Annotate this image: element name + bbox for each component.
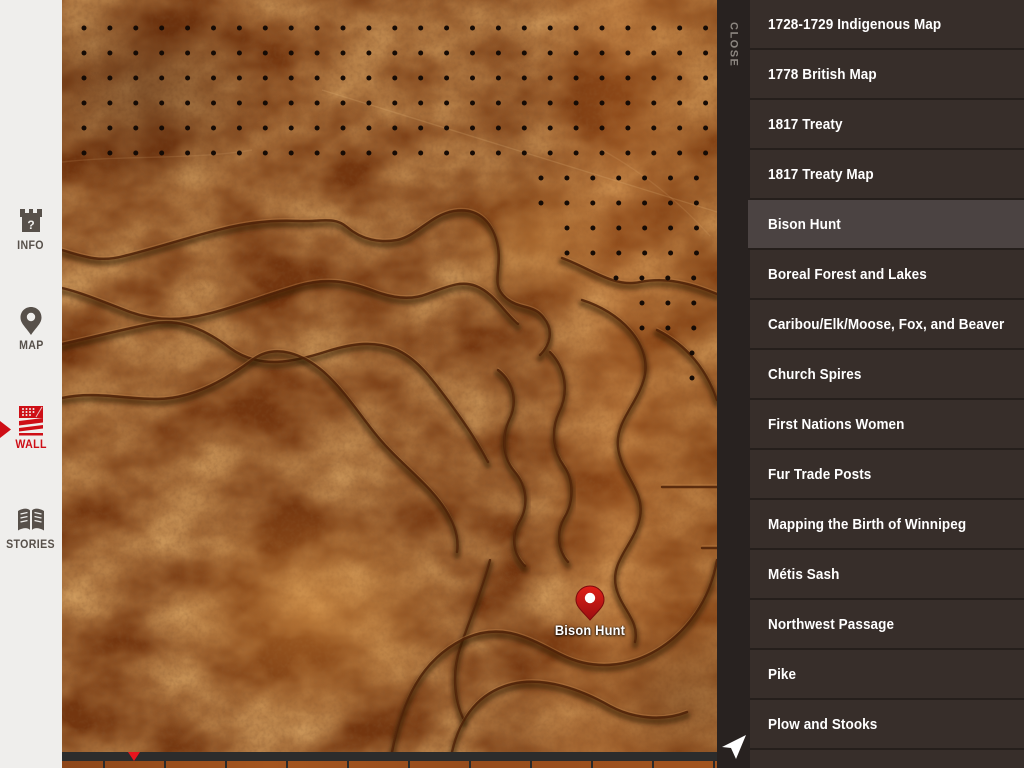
- fort-info-icon: ?: [15, 205, 47, 237]
- wall-list-item[interactable]: Bison Hunt: [748, 200, 1024, 250]
- wall-item-list: 1728-1729 Indigenous Map 1778 British Map…: [750, 0, 1024, 768]
- timeline-strip[interactable]: [62, 761, 750, 768]
- timeline-tick: [103, 761, 105, 768]
- close-label[interactable]: CLOSE: [717, 10, 750, 80]
- sidebar-item-label: WALL: [15, 439, 46, 451]
- wall-list-item-label: Métis Sash: [768, 566, 839, 583]
- sidebar-item-label: STORIES: [7, 539, 56, 551]
- wall-list-item[interactable]: 1817 Treaty: [750, 100, 1024, 150]
- wall-list-item-label: Plow and Stooks: [768, 716, 877, 733]
- wall-list-item-label: 1817 Treaty: [768, 116, 843, 133]
- timeline[interactable]: [62, 752, 750, 768]
- sidebar-item-info[interactable]: ? INFO: [0, 205, 62, 252]
- sidebar-item-label: MAP: [19, 340, 44, 352]
- wall-list-item-label: Caribou/Elk/Moose, Fox, and Beaver: [768, 316, 1004, 333]
- map-pin-icon: [15, 305, 47, 337]
- sidebar-item-wall[interactable]: WALL: [0, 404, 62, 451]
- wall-list-item[interactable]: Plow and Stooks: [750, 700, 1024, 750]
- wall-list-item[interactable]: Fur Trade Posts: [750, 450, 1024, 500]
- pin-icon: [575, 585, 605, 621]
- wall-list-item-label: Mapping the Birth of Winnipeg: [768, 516, 966, 533]
- svg-text:?: ?: [27, 218, 34, 232]
- sidebar-item-label: INFO: [18, 240, 45, 252]
- stories-book-icon: [15, 504, 47, 536]
- wall-list-item[interactable]: First Nations Women: [750, 400, 1024, 450]
- close-panel-strip[interactable]: CLOSE: [717, 0, 750, 768]
- wall-list-item-label: 1778 British Map: [768, 66, 877, 83]
- wall-list-item[interactable]: 1817 Treaty Map: [750, 150, 1024, 200]
- timeline-tick: [408, 761, 410, 768]
- wall-list-item[interactable]: Mapping the Birth of Winnipeg: [750, 500, 1024, 550]
- timeline-marker[interactable]: [128, 752, 140, 761]
- timeline-tick: [164, 761, 166, 768]
- wall-list-item[interactable]: Caribou/Elk/Moose, Fox, and Beaver: [750, 300, 1024, 350]
- wall-map-canvas[interactable]: Bison Hunt: [62, 0, 717, 752]
- timeline-tick: [530, 761, 532, 768]
- map-pin-bison-hunt[interactable]: Bison Hunt: [575, 585, 605, 626]
- wall-list-item-label: Fur Trade Posts: [768, 466, 871, 483]
- wall-list-item[interactable]: Pike: [750, 650, 1024, 700]
- wall-list-item-label: 1728-1729 Indigenous Map: [768, 16, 941, 33]
- wall-map-app: Bison Hunt ? INFO MAP: [0, 0, 1024, 768]
- pin-label: Bison Hunt: [543, 623, 638, 638]
- wall-list-item-label: Boreal Forest and Lakes: [768, 266, 927, 283]
- timeline-tick: [469, 761, 471, 768]
- timeline-tick: [591, 761, 593, 768]
- wall-list-item[interactable]: 1728-1729 Indigenous Map: [750, 0, 1024, 50]
- wall-list-item-label: First Nations Women: [768, 416, 904, 433]
- wall-list-item-label: Pike: [768, 666, 796, 683]
- wall-list-item[interactable]: Métis Sash: [750, 550, 1024, 600]
- sidebar-item-map[interactable]: MAP: [0, 305, 62, 352]
- wall-list-item-label: Northwest Passage: [768, 616, 894, 633]
- sidebar-item-stories[interactable]: STORIES: [0, 504, 62, 551]
- wall-icon: [15, 404, 47, 436]
- timeline-bar[interactable]: [62, 752, 750, 761]
- wall-list-item-label: Bison Hunt: [768, 216, 841, 233]
- wall-list-item-label: 1817 Treaty Map: [768, 166, 874, 183]
- wall-list-item-label: Church Spires: [768, 366, 861, 383]
- timeline-tick: [225, 761, 227, 768]
- navigation-arrow-icon[interactable]: [720, 732, 748, 762]
- timeline-tick: [286, 761, 288, 768]
- timeline-tick: [652, 761, 654, 768]
- wall-list-item[interactable]: Boreal Forest and Lakes: [750, 250, 1024, 300]
- wall-list-item[interactable]: Northwest Passage: [750, 600, 1024, 650]
- wall-list-item[interactable]: Church Spires: [750, 350, 1024, 400]
- rust-wall-graphic: [62, 0, 717, 752]
- wall-list-item[interactable]: 1778 British Map: [750, 50, 1024, 100]
- sidebar: ? INFO MAP: [0, 0, 62, 768]
- timeline-tick: [347, 761, 349, 768]
- timeline-tick: [713, 761, 715, 768]
